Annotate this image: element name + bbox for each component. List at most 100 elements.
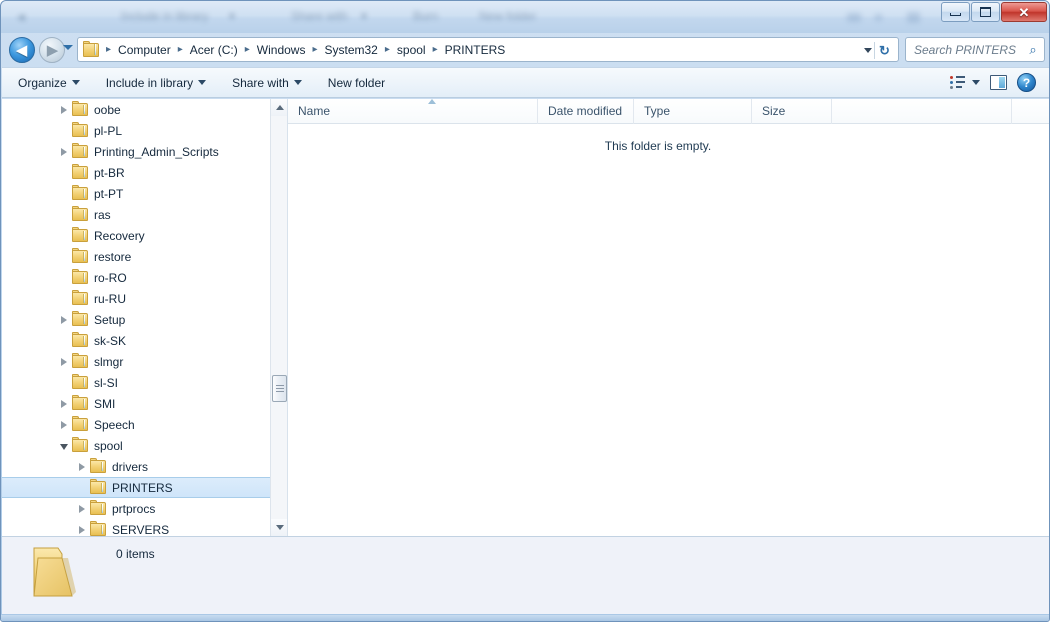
sort-ascending-icon [428,99,436,104]
folder-icon [90,523,106,536]
toolbar-button-new-folder[interactable]: New folder [318,71,395,95]
command-toolbar: Organize Include in library Share with New … [2,67,1050,98]
content-area: oobe pl-PLPrinting_Admin_Scriptspt-BRpt-P… [2,99,1050,536]
toolbar-button-label: Include in library [106,76,193,90]
scrollbar-thumb[interactable] [272,375,287,402]
breadcrumb-dropdown-icon[interactable] [864,48,872,53]
ghost-artifact-burn: Burn [413,9,438,23]
breadcrumb[interactable]: ▸Computer▸Acer (C:)▸Windows▸System32▸spo… [77,37,899,62]
column-header-name[interactable]: Name [288,99,538,124]
tree-item-smi[interactable]: SMI [2,393,288,414]
expand-arrow-icon[interactable] [74,519,90,536]
tree-item-restore[interactable]: restore [2,246,288,267]
status-bar: 0 items [2,536,1050,614]
search-icon: ⌕ [1022,42,1044,58]
refresh-button[interactable]: ↻ [874,42,894,59]
tree-item-ras[interactable]: ras [2,204,288,225]
chevron-down-icon [294,80,302,85]
expand-arrow-icon[interactable] [56,99,72,120]
tree-item-setup[interactable]: Setup [2,309,288,330]
scroll-up-button[interactable] [271,99,288,116]
toolbar-button-share-with[interactable]: Share with [222,71,312,95]
column-header-blank[interactable] [832,99,1012,124]
tree-item-speech[interactable]: Speech [2,414,288,435]
ghost-artifact-include-in-library: Include in library [121,9,208,23]
tree-item-label: Setup [94,313,125,327]
chevron-down-icon [72,80,80,85]
tree-item-oobe[interactable]: oobe [2,99,288,120]
tree-item-ro-ro[interactable]: ro-RO [2,267,288,288]
expand-arrow-icon[interactable] [74,498,90,519]
tree-item-pt-pt[interactable]: pt-PT [2,183,288,204]
recent-pages-dropdown-icon[interactable] [63,45,73,50]
breadcrumb-item[interactable]: PRINTERS [442,41,509,59]
tree-item-servers[interactable]: SERVERS [2,519,288,536]
title-bar: ◄ Include in library ▾ Share with ▾ Burn… [1,1,1050,33]
breadcrumb-separator: ▸ [308,44,321,55]
change-view-caret-icon[interactable] [972,80,980,85]
ghost-artifact-new-folder: New folder [479,9,536,23]
folder-icon [72,208,88,221]
column-headers: NameDate modifiedTypeSize [288,99,1049,124]
toolbar-button-include-in-library[interactable]: Include in library [96,71,216,95]
breadcrumb-item[interactable]: Windows [254,41,309,59]
tree-item-recovery[interactable]: Recovery [2,225,288,246]
breadcrumb-item[interactable]: Acer (C:) [187,41,241,59]
minimize-button[interactable] [941,2,970,22]
toolbar-button-label: New folder [328,76,385,90]
column-header-type[interactable]: Type [634,99,752,124]
expand-arrow-icon[interactable] [56,393,72,414]
tree-item-prtprocs[interactable]: prtprocs [2,498,288,519]
tree-item-slmgr[interactable]: slmgr [2,351,288,372]
column-header-size[interactable]: Size [752,99,832,124]
tree-item-printers[interactable]: PRINTERS [2,477,288,498]
toolbar-right-group: ? [949,73,1050,92]
ghost-artifact-caret-1: ▾ [229,9,235,23]
tree-item-sk-sk[interactable]: sk-SK [2,330,288,351]
toolbar-button-organize[interactable]: Organize [8,71,90,95]
tree-spacer [56,162,72,183]
expand-arrow-icon[interactable] [56,414,72,435]
help-icon[interactable]: ? [1017,73,1036,92]
file-list-pane[interactable]: NameDate modifiedTypeSize This folder is… [288,99,1050,536]
tree-item-label: spool [94,439,123,453]
breadcrumb-item[interactable]: Computer [115,41,174,59]
expand-arrow-icon[interactable] [56,141,72,162]
close-button[interactable]: ✕ [1001,2,1047,22]
forward-button[interactable]: ▶ [39,37,65,63]
tree-item-pt-br[interactable]: pt-BR [2,162,288,183]
scroll-down-icon [276,525,284,530]
tree-item-label: oobe [94,103,121,117]
collapse-arrow-icon[interactable] [56,435,72,456]
window-controls: ✕ [941,2,1047,22]
search-input[interactable]: Search PRINTERS [906,43,1022,57]
maximize-button[interactable] [971,2,1000,22]
tree-spacer [56,267,72,288]
folder-icon [72,124,88,137]
tree-item-drivers[interactable]: drivers [2,456,288,477]
tree-spacer [56,183,72,204]
tree-spacer [56,372,72,393]
tree-item-spool[interactable]: spool [2,435,288,456]
folder-icon [72,292,88,305]
expand-arrow-icon[interactable] [56,351,72,372]
tree-item-label: restore [94,250,131,264]
breadcrumb-item[interactable]: spool [394,41,429,59]
tree-item-ru-ru[interactable]: ru-RU [2,288,288,309]
tree-spacer [56,330,72,351]
breadcrumb-item[interactable]: System32 [322,41,381,59]
expand-arrow-icon[interactable] [74,456,90,477]
scroll-down-button[interactable] [271,519,288,536]
ghost-artifact-caret-2: ▾ [361,9,367,23]
column-header-date-modified[interactable]: Date modified [538,99,634,124]
breadcrumb-separator: ▸ [174,44,187,55]
navigation-pane-scrollbar[interactable] [270,99,287,536]
tree-item-printing_admin_scripts[interactable]: Printing_Admin_Scripts [2,141,288,162]
tree-item-sl-si[interactable]: sl-SI [2,372,288,393]
tree-item-pl-pl[interactable]: pl-PL [2,120,288,141]
change-view-icon[interactable] [949,75,966,90]
preview-pane-icon[interactable] [990,75,1007,90]
back-button[interactable]: ◀ [9,37,35,63]
expand-arrow-icon[interactable] [56,309,72,330]
search-box[interactable]: Search PRINTERS ⌕ [905,37,1045,62]
